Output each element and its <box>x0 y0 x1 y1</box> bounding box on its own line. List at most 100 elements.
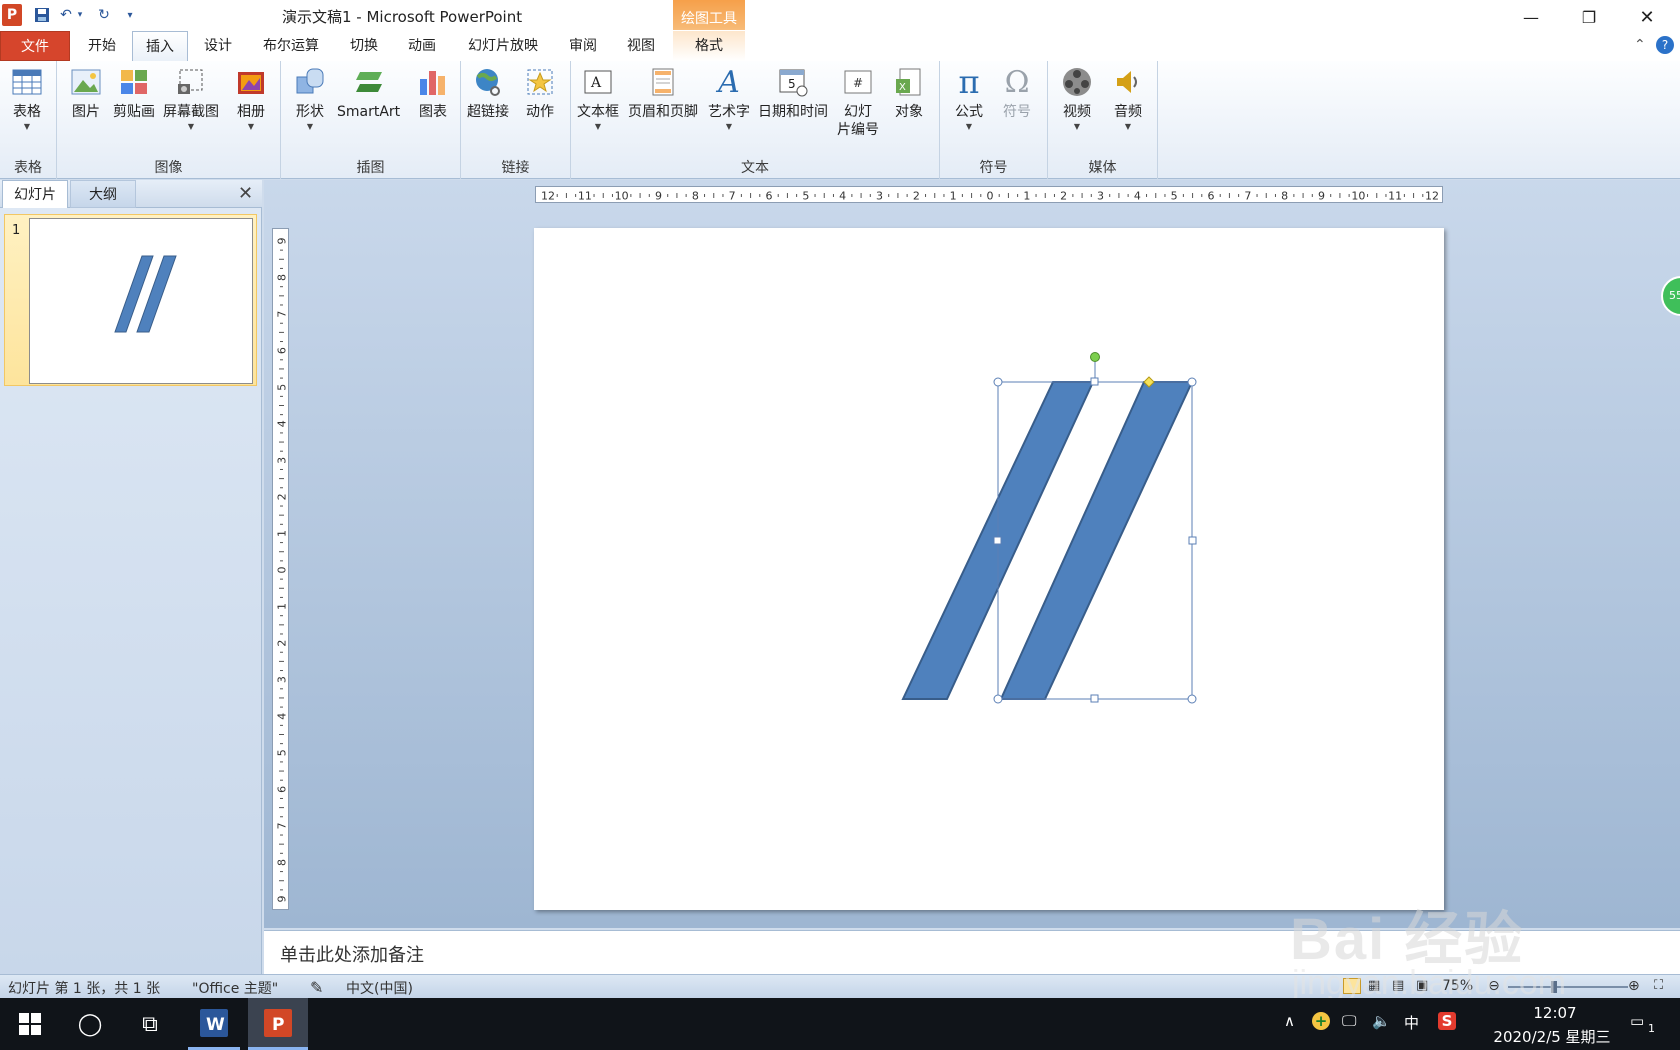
screenshot-button[interactable]: 屏幕截图 ▼ <box>163 65 219 131</box>
clipart-button[interactable]: 剪贴画 <box>113 65 155 121</box>
wordart-label: 艺术字 <box>708 104 750 120</box>
object-button[interactable]: X 对象 <box>892 65 926 121</box>
customize-quick-access-icon[interactable]: ▾ <box>120 5 140 25</box>
tab-boolean[interactable]: 布尔运算 <box>254 31 328 61</box>
tab-file[interactable]: 文件 <box>0 31 70 61</box>
svg-text:P: P <box>272 1015 284 1035</box>
tab-insert[interactable]: 插入 <box>132 31 188 63</box>
show-hidden-icons-icon[interactable]: ∧ <box>1284 1012 1295 1030</box>
spellcheck-icon[interactable]: ✎ <box>310 978 323 997</box>
zoom-in-icon[interactable]: ⊕ <box>1628 978 1640 994</box>
wordart-button[interactable]: A 艺术字 ▼ <box>708 65 750 132</box>
fit-to-window-icon[interactable]: ⛶ <box>1654 978 1663 993</box>
audio-button[interactable]: 音频 ▼ <box>1111 65 1145 131</box>
tab-transitions[interactable]: 切换 <box>340 31 388 61</box>
ruler-tick-label: 4 <box>276 420 289 427</box>
zoom-out-icon[interactable]: ⊖ <box>1488 978 1500 994</box>
reading-view-icon[interactable]: ▤ <box>1392 978 1404 993</box>
svg-text:5: 5 <box>788 77 796 91</box>
theme-status[interactable]: "Office 主题" <box>192 978 278 998</box>
slide-thumbnail-item[interactable]: 1 <box>4 214 257 386</box>
slide-canvas[interactable] <box>534 228 1444 910</box>
resize-handle-left[interactable] <box>993 536 1002 545</box>
ruler-tick-label: 7 <box>276 311 289 318</box>
clock-date[interactable]: 2020/2/5 星期三 <box>1482 1026 1622 1047</box>
resize-handle-bottom[interactable] <box>1090 694 1099 703</box>
textbox-button[interactable]: A 文本框 ▼ <box>577 65 619 131</box>
photo-album-button[interactable]: 相册 ▼ <box>234 65 268 131</box>
restore-icon[interactable]: ❐ <box>1566 4 1612 30</box>
tab-slideshow[interactable]: 幻灯片放映 <box>458 31 548 61</box>
group-label-symbols: 符号 <box>979 160 1008 176</box>
help-icon[interactable]: ? <box>1656 36 1674 54</box>
picture-button[interactable]: 图片 <box>69 65 103 121</box>
slide-number: 1 <box>12 223 21 238</box>
tab-home[interactable]: 开始 <box>78 31 126 61</box>
ruler-tick-label: 1 <box>1023 190 1030 203</box>
textbox-icon: A <box>581 65 615 99</box>
collapse-ribbon-icon[interactable]: ⌃ <box>1634 37 1646 53</box>
tab-animations[interactable]: 动画 <box>398 31 446 61</box>
zoom-level[interactable]: 75% <box>1442 978 1473 994</box>
search-icon[interactable]: ◯ <box>64 998 116 1050</box>
normal-view-icon[interactable] <box>1343 978 1361 994</box>
equation-icon: π <box>958 63 980 101</box>
tab-slides[interactable]: 幻灯片 <box>2 180 68 208</box>
ruler-tick-label: 10 <box>1351 190 1365 203</box>
resize-handle-bottom-left[interactable] <box>993 694 1003 704</box>
word-app-icon[interactable]: W <box>188 998 240 1050</box>
slideshow-view-icon[interactable]: ▣ <box>1416 978 1428 993</box>
notification-center-icon[interactable]: ▭ <box>1630 1012 1644 1030</box>
resize-handle-right[interactable] <box>1188 536 1197 545</box>
notes-pane[interactable]: 单击此处添加备注 <box>264 930 1680 974</box>
language-status[interactable]: 中文(中国) <box>346 978 413 998</box>
ruler-tick-label: 8 <box>692 190 699 203</box>
resize-handle-bottom-right[interactable] <box>1187 694 1197 704</box>
sogou-ime-icon[interactable]: S <box>1438 1012 1456 1030</box>
header-footer-label: 页眉和页脚 <box>628 104 698 120</box>
chart-button[interactable]: 图表 <box>416 65 450 121</box>
minimize-icon[interactable]: — <box>1508 4 1554 30</box>
symbol-button[interactable]: Ω 符号 <box>1000 65 1034 121</box>
date-time-button[interactable]: 5 日期和时间 <box>758 65 828 121</box>
undo-icon[interactable]: ↶ <box>56 5 76 25</box>
rotation-handle[interactable] <box>1090 352 1100 362</box>
notes-placeholder[interactable]: 单击此处添加备注 <box>280 941 424 967</box>
redo-icon[interactable]: ↻ <box>94 5 114 25</box>
zoom-slider[interactable] <box>1508 986 1628 988</box>
ruler-tick-label: 6 <box>1208 190 1215 203</box>
video-button[interactable]: 视频 ▼ <box>1060 65 1094 131</box>
resize-handle-top[interactable] <box>1090 377 1099 386</box>
tab-format[interactable]: 格式 <box>673 31 745 61</box>
undo-dropdown-icon[interactable]: ▾ <box>74 5 86 25</box>
header-footer-button[interactable]: 页眉和页脚 <box>628 65 698 121</box>
close-icon[interactable]: ✕ <box>1624 4 1670 30</box>
tab-design[interactable]: 设计 <box>194 31 242 61</box>
zoom-slider-thumb[interactable] <box>1551 981 1557 993</box>
equation-button[interactable]: π 公式 ▼ <box>952 63 986 131</box>
hyperlink-button[interactable]: 超链接 <box>467 65 509 121</box>
close-panel-icon[interactable]: ✕ <box>238 183 253 204</box>
task-view-icon[interactable]: ⧉ <box>124 998 176 1050</box>
slide-number-button[interactable]: # 幻灯 片编号 <box>837 65 879 139</box>
resize-handle-top-right[interactable] <box>1187 377 1197 387</box>
tab-view[interactable]: 视图 <box>618 31 664 61</box>
ime-mode[interactable]: 中 <box>1404 1012 1419 1033</box>
windows-start-icon[interactable] <box>4 998 56 1050</box>
slide-sorter-icon[interactable]: ▦ <box>1368 978 1380 993</box>
clock-time[interactable]: 12:07 <box>1520 1004 1590 1022</box>
resize-handle-top-left[interactable] <box>993 377 1003 387</box>
powerpoint-logo-icon[interactable]: P <box>2 4 22 26</box>
action-button[interactable]: 动作 <box>523 65 557 121</box>
shapes-button[interactable]: 形状 ▼ <box>293 65 327 131</box>
tab-review[interactable]: 审阅 <box>560 31 606 61</box>
powerpoint-app-icon[interactable]: P <box>248 998 308 1050</box>
group-label-tables: 表格 <box>14 160 42 176</box>
save-icon[interactable] <box>32 5 52 25</box>
network-icon[interactable]: 🖵 <box>1342 1012 1356 1030</box>
smartart-button[interactable]: SmartArt <box>337 65 400 121</box>
tab-outline[interactable]: 大纲 <box>70 180 136 208</box>
table-button[interactable]: 表格 ▼ <box>10 65 44 131</box>
tray-app-icon[interactable]: + <box>1312 1012 1330 1030</box>
volume-icon[interactable]: 🔈 <box>1372 1012 1391 1030</box>
